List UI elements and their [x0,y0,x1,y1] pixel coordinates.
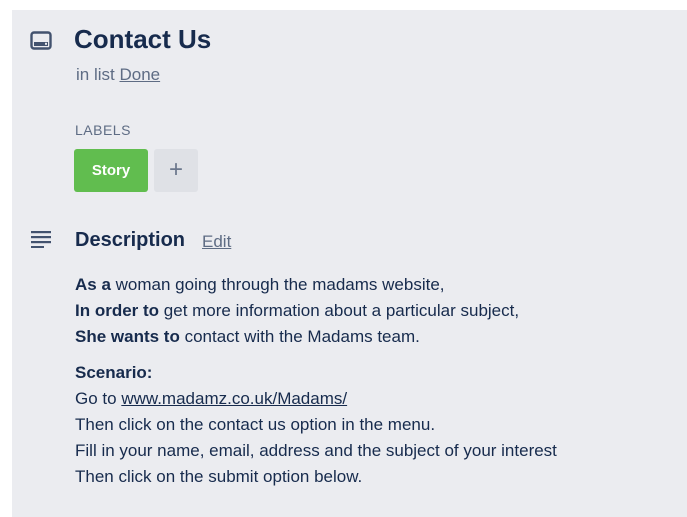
scenario-step: Then click on the contact us option in t… [75,415,436,434]
label-story[interactable]: Story [74,149,148,192]
story-line-text: contact with the Madams team. [179,327,420,346]
scenario-step: Fill in your name, email, address and th… [75,441,557,460]
story-line-lead: In order to [75,301,160,320]
description-lines-icon [31,231,51,248]
description-edit-link[interactable]: Edit [202,232,231,252]
scenario-heading-text: Scenario: [75,363,153,382]
labels-heading: LABELS [75,122,131,138]
in-list-text: in list Done [76,65,160,85]
story-line-text: woman going through the madams website, [110,275,445,294]
in-list-prefix: in list [76,65,115,84]
description-heading: Description [75,229,186,251]
add-label-button[interactable]: + [154,149,198,192]
story-line-lead: As a [75,275,111,294]
story-line: She wants to contact with the Madams tea… [75,324,675,350]
scenario-url-link[interactable]: www.madamz.co.uk/Madams/ [121,389,347,408]
story-line-lead: She wants to [75,327,180,346]
story-line: In order to get more information about a… [75,298,675,324]
card-icon [30,31,52,50]
card-title[interactable]: Contact Us [74,24,211,55]
scenario-goto-line: Go to www.madamz.co.uk/Madams/ [75,386,675,412]
story-line: As a woman going through the madams webs… [75,272,675,298]
scenario-heading: Scenario: [75,360,675,386]
scenario-step: Then click on the submit option below. [75,467,363,486]
description-body[interactable]: As a woman going through the madams webs… [75,272,675,490]
list-name-link[interactable]: Done [119,65,160,84]
story-line-text: get more information about a particular … [159,301,520,320]
card-detail-panel: Contact Us in list Done LABELS Story + D… [12,10,687,517]
scenario-goto-prefix: Go to [75,389,122,408]
